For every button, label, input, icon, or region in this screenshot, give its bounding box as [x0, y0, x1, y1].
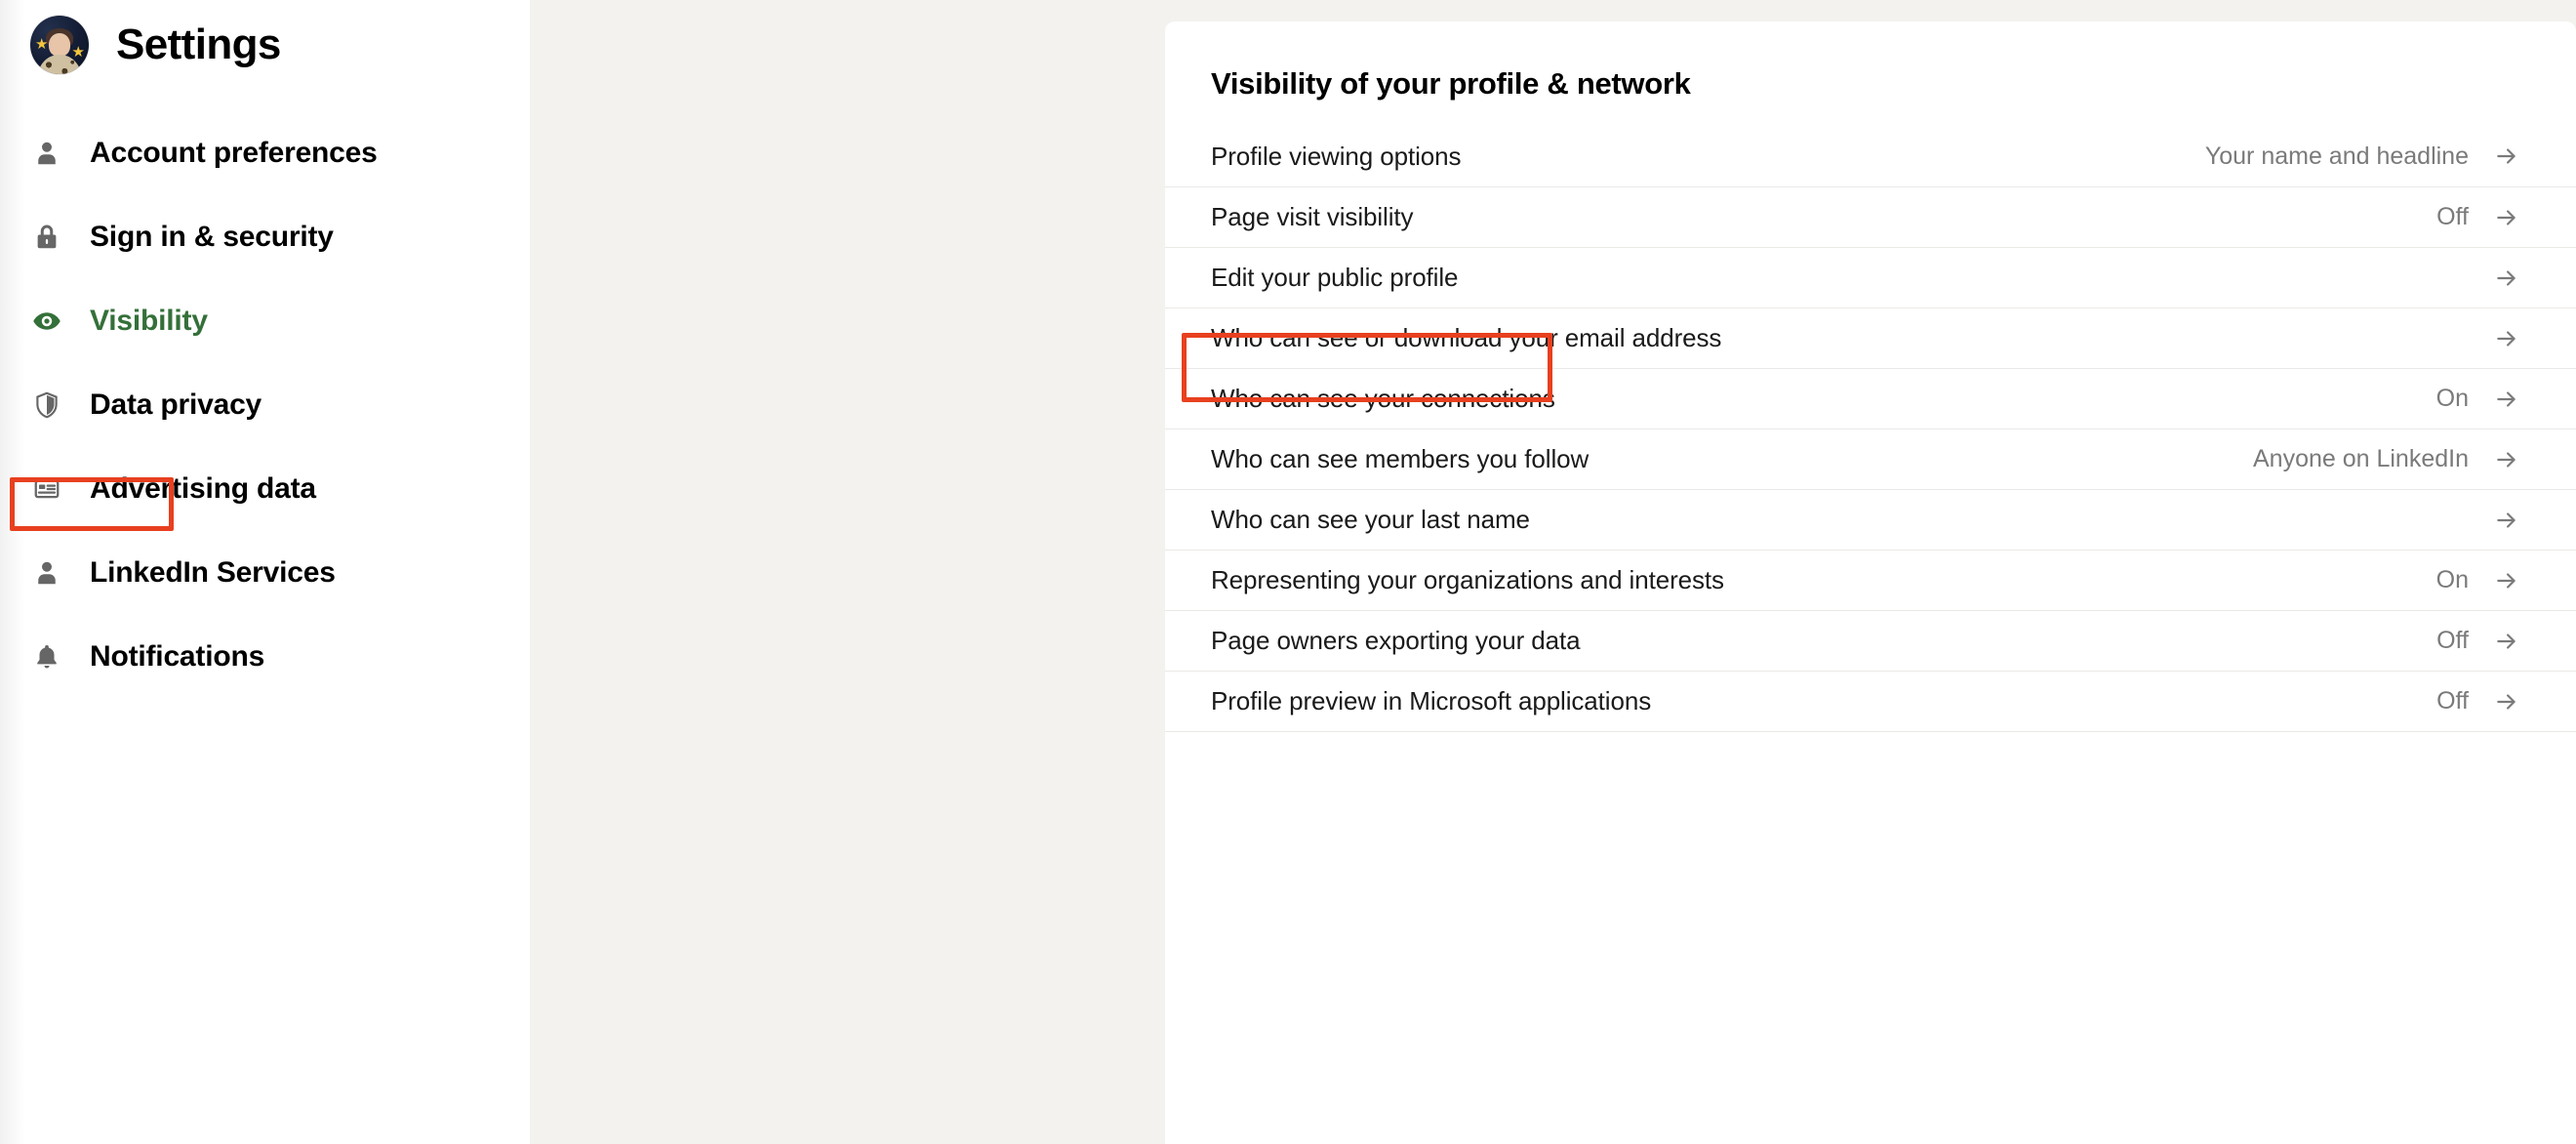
arrow-right-icon[interactable] — [2494, 447, 2519, 472]
sidebar-header: ★ ★ Settings — [0, 0, 530, 90]
star-emoji-left: ★ — [35, 36, 49, 53]
table-row[interactable]: Who can see your last name — [1165, 489, 2576, 550]
row-label: Who can see your last name — [1211, 505, 1530, 534]
settings-page: ★ ★ Settings Account preferences Sign in… — [0, 0, 2576, 1144]
settings-row-list: Profile viewing options Your name and he… — [1165, 126, 2576, 792]
sidebar-item-notifications[interactable]: Notifications — [0, 615, 530, 699]
sidebar-item-visibility[interactable]: Visibility — [0, 279, 530, 363]
row-label: Who can see your connections — [1211, 384, 1555, 413]
star-emoji-right: ★ — [71, 44, 85, 61]
table-row[interactable]: Who can see members you follow Anyone on… — [1165, 429, 2576, 489]
row-value: On — [2435, 385, 2469, 412]
lock-icon — [30, 221, 63, 254]
row-value: On — [2435, 566, 2469, 593]
arrow-right-icon[interactable] — [2494, 689, 2519, 715]
row-value: Your name and headline — [2204, 142, 2469, 170]
bell-icon — [30, 640, 63, 674]
card-icon — [30, 472, 63, 506]
sidebar-item-sign-in-security[interactable]: Sign in & security — [0, 195, 530, 279]
visibility-settings-card: Visibility of your profile & network Pro… — [1165, 21, 2576, 1144]
row-right — [2469, 326, 2519, 351]
row-right: Off — [2436, 687, 2519, 715]
settings-sidebar: ★ ★ Settings Account preferences Sign in… — [0, 0, 530, 1144]
table-row[interactable]: Who can see or download your email addre… — [1165, 307, 2576, 368]
sidebar-item-data-privacy[interactable]: Data privacy — [0, 363, 530, 447]
sidebar-item-label: Visibility — [90, 305, 208, 337]
avatar-face — [49, 33, 70, 57]
sidebar-item-label: Account preferences — [90, 137, 378, 169]
sidebar-item-advertising-data[interactable]: Advertising data — [0, 447, 530, 531]
row-label: Page owners exporting your data — [1211, 626, 1581, 655]
arrow-right-icon[interactable] — [2494, 143, 2519, 169]
row-right — [2469, 266, 2519, 291]
arrow-right-icon[interactable] — [2494, 266, 2519, 291]
sidebar-nav: Account preferences Sign in & security V… — [0, 111, 530, 699]
sidebar-item-label: Sign in & security — [90, 221, 334, 253]
row-label: Who can see members you follow — [1211, 444, 1590, 473]
table-row[interactable]: Page visit visibility Off — [1165, 186, 2576, 247]
eye-icon — [30, 305, 63, 338]
arrow-right-icon[interactable] — [2494, 326, 2519, 351]
person-icon — [30, 137, 63, 170]
table-row[interactable]: Page owners exporting your data Off — [1165, 610, 2576, 671]
row-value: Off — [2436, 627, 2469, 654]
row-right — [2469, 508, 2519, 533]
sidebar-item-linkedin-services[interactable]: LinkedIn Services — [0, 531, 530, 615]
sidebar-item-label: Data privacy — [90, 388, 262, 421]
table-row[interactable]: Edit your public profile — [1165, 247, 2576, 307]
table-row[interactable]: Who can see your connections On — [1165, 368, 2576, 429]
row-label: Profile viewing options — [1211, 141, 1462, 171]
row-label: Who can see or download your email addre… — [1211, 323, 1722, 352]
card-title: Visibility of your profile & network — [1211, 66, 1691, 101]
row-right: On — [2436, 566, 2519, 594]
user-avatar[interactable]: ★ ★ — [30, 16, 89, 74]
row-value: Off — [2436, 203, 2469, 230]
sidebar-item-label: LinkedIn Services — [90, 556, 336, 589]
arrow-right-icon[interactable] — [2494, 508, 2519, 533]
sidebar-item-label: Notifications — [90, 640, 265, 673]
arrow-right-icon[interactable] — [2494, 568, 2519, 593]
arrow-right-icon[interactable] — [2494, 629, 2519, 654]
page-title: Settings — [116, 20, 281, 68]
person-icon — [30, 556, 63, 590]
row-label: Edit your public profile — [1211, 263, 1459, 292]
sidebar-item-account-preferences[interactable]: Account preferences — [0, 111, 530, 195]
row-right: Anyone on LinkedIn — [2253, 445, 2519, 473]
shield-icon — [30, 388, 63, 422]
row-value: Anyone on LinkedIn — [2252, 445, 2469, 472]
sidebar-item-label: Advertising data — [90, 472, 316, 505]
row-right: Your name and headline — [2205, 143, 2519, 171]
table-row[interactable]: Profile preview in Microsoft application… — [1165, 671, 2576, 731]
table-row[interactable]: Profile viewing options Your name and he… — [1165, 126, 2576, 186]
row-label: Profile preview in Microsoft application… — [1211, 686, 1652, 715]
row-value: Off — [2436, 687, 2469, 715]
row-right: Off — [2436, 627, 2519, 655]
table-row[interactable]: Representing your organizations and inte… — [1165, 550, 2576, 610]
table-row-partial[interactable] — [1165, 731, 2576, 792]
row-right: On — [2436, 385, 2519, 413]
row-label: Page visit visibility — [1211, 202, 1414, 231]
row-label: Representing your organizations and inte… — [1211, 565, 1724, 594]
row-right: Off — [2436, 203, 2519, 231]
arrow-right-icon[interactable] — [2494, 205, 2519, 230]
arrow-right-icon[interactable] — [2494, 387, 2519, 412]
